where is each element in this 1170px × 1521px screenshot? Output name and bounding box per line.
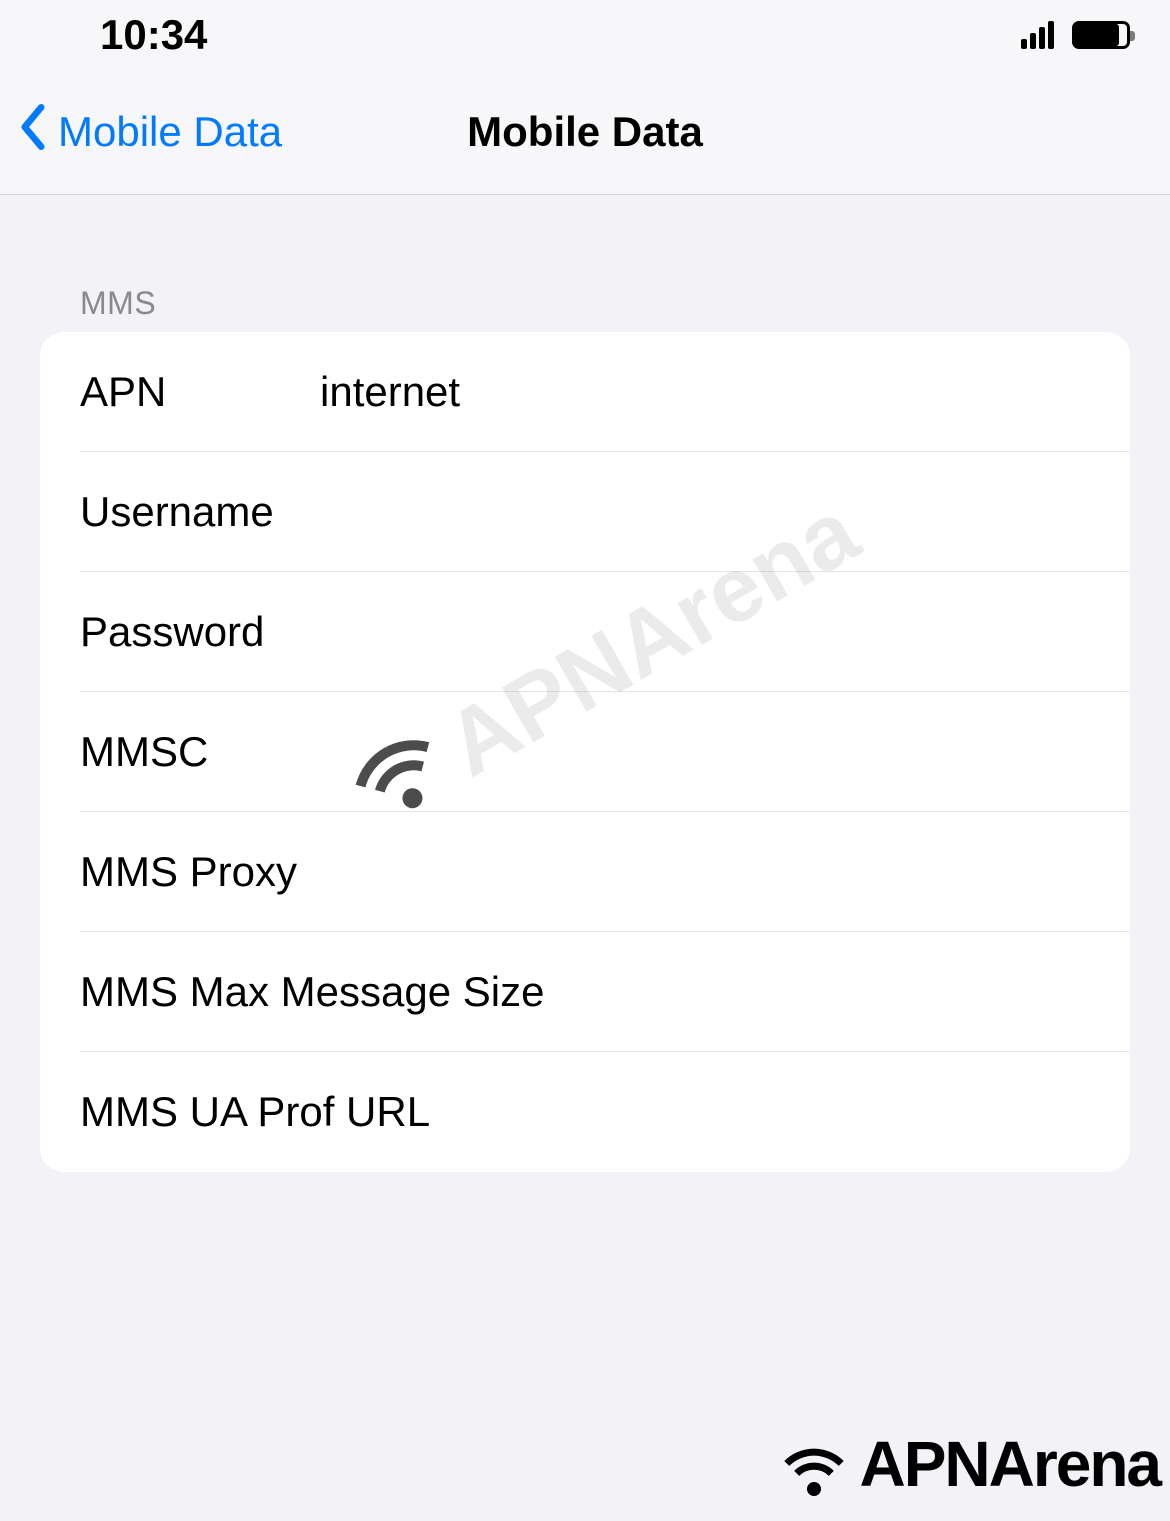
username-input[interactable]: [320, 488, 1090, 536]
mms-max-size-label: MMS Max Message Size: [80, 968, 544, 1016]
apn-row[interactable]: APN: [40, 332, 1130, 452]
mms-ua-prof-label: MMS UA Prof URL: [80, 1088, 430, 1136]
mms-ua-prof-input[interactable]: [430, 1088, 1090, 1136]
mms-proxy-label: MMS Proxy: [80, 848, 297, 896]
brand-text: APNArena: [859, 1427, 1160, 1501]
apn-label: APN: [80, 368, 320, 416]
password-input[interactable]: [320, 608, 1090, 656]
mms-proxy-input[interactable]: [297, 848, 1090, 896]
mmsc-label: MMSC: [80, 728, 320, 776]
mms-proxy-row[interactable]: MMS Proxy: [40, 812, 1130, 932]
chevron-left-icon: [18, 104, 48, 160]
password-row[interactable]: Password: [40, 572, 1130, 692]
mms-ua-prof-row[interactable]: MMS UA Prof URL: [40, 1052, 1130, 1172]
status-time: 10:34: [100, 11, 207, 59]
mms-max-size-input[interactable]: [544, 968, 1090, 1016]
mmsc-input[interactable]: [320, 728, 1090, 776]
mms-settings-group: APN Username Password MMSC MMS Proxy MMS…: [40, 332, 1130, 1172]
mms-max-size-row[interactable]: MMS Max Message Size: [40, 932, 1130, 1052]
mmsc-row[interactable]: MMSC: [40, 692, 1130, 812]
brand-footer: APNArena: [769, 1426, 1160, 1501]
back-button[interactable]: Mobile Data: [18, 104, 282, 160]
back-label: Mobile Data: [58, 108, 282, 156]
section-header-mms: MMS: [80, 285, 1170, 322]
status-bar: 10:34: [0, 0, 1170, 70]
apn-input[interactable]: [320, 368, 1090, 416]
password-label: Password: [80, 608, 320, 656]
username-row[interactable]: Username: [40, 452, 1130, 572]
username-label: Username: [80, 488, 320, 536]
wifi-icon: [769, 1426, 859, 1501]
cellular-signal-icon: [1021, 21, 1054, 49]
status-indicators: [1021, 21, 1130, 49]
battery-icon: [1072, 21, 1130, 49]
navigation-bar: Mobile Data Mobile Data: [0, 70, 1170, 195]
page-title: Mobile Data: [467, 108, 703, 156]
